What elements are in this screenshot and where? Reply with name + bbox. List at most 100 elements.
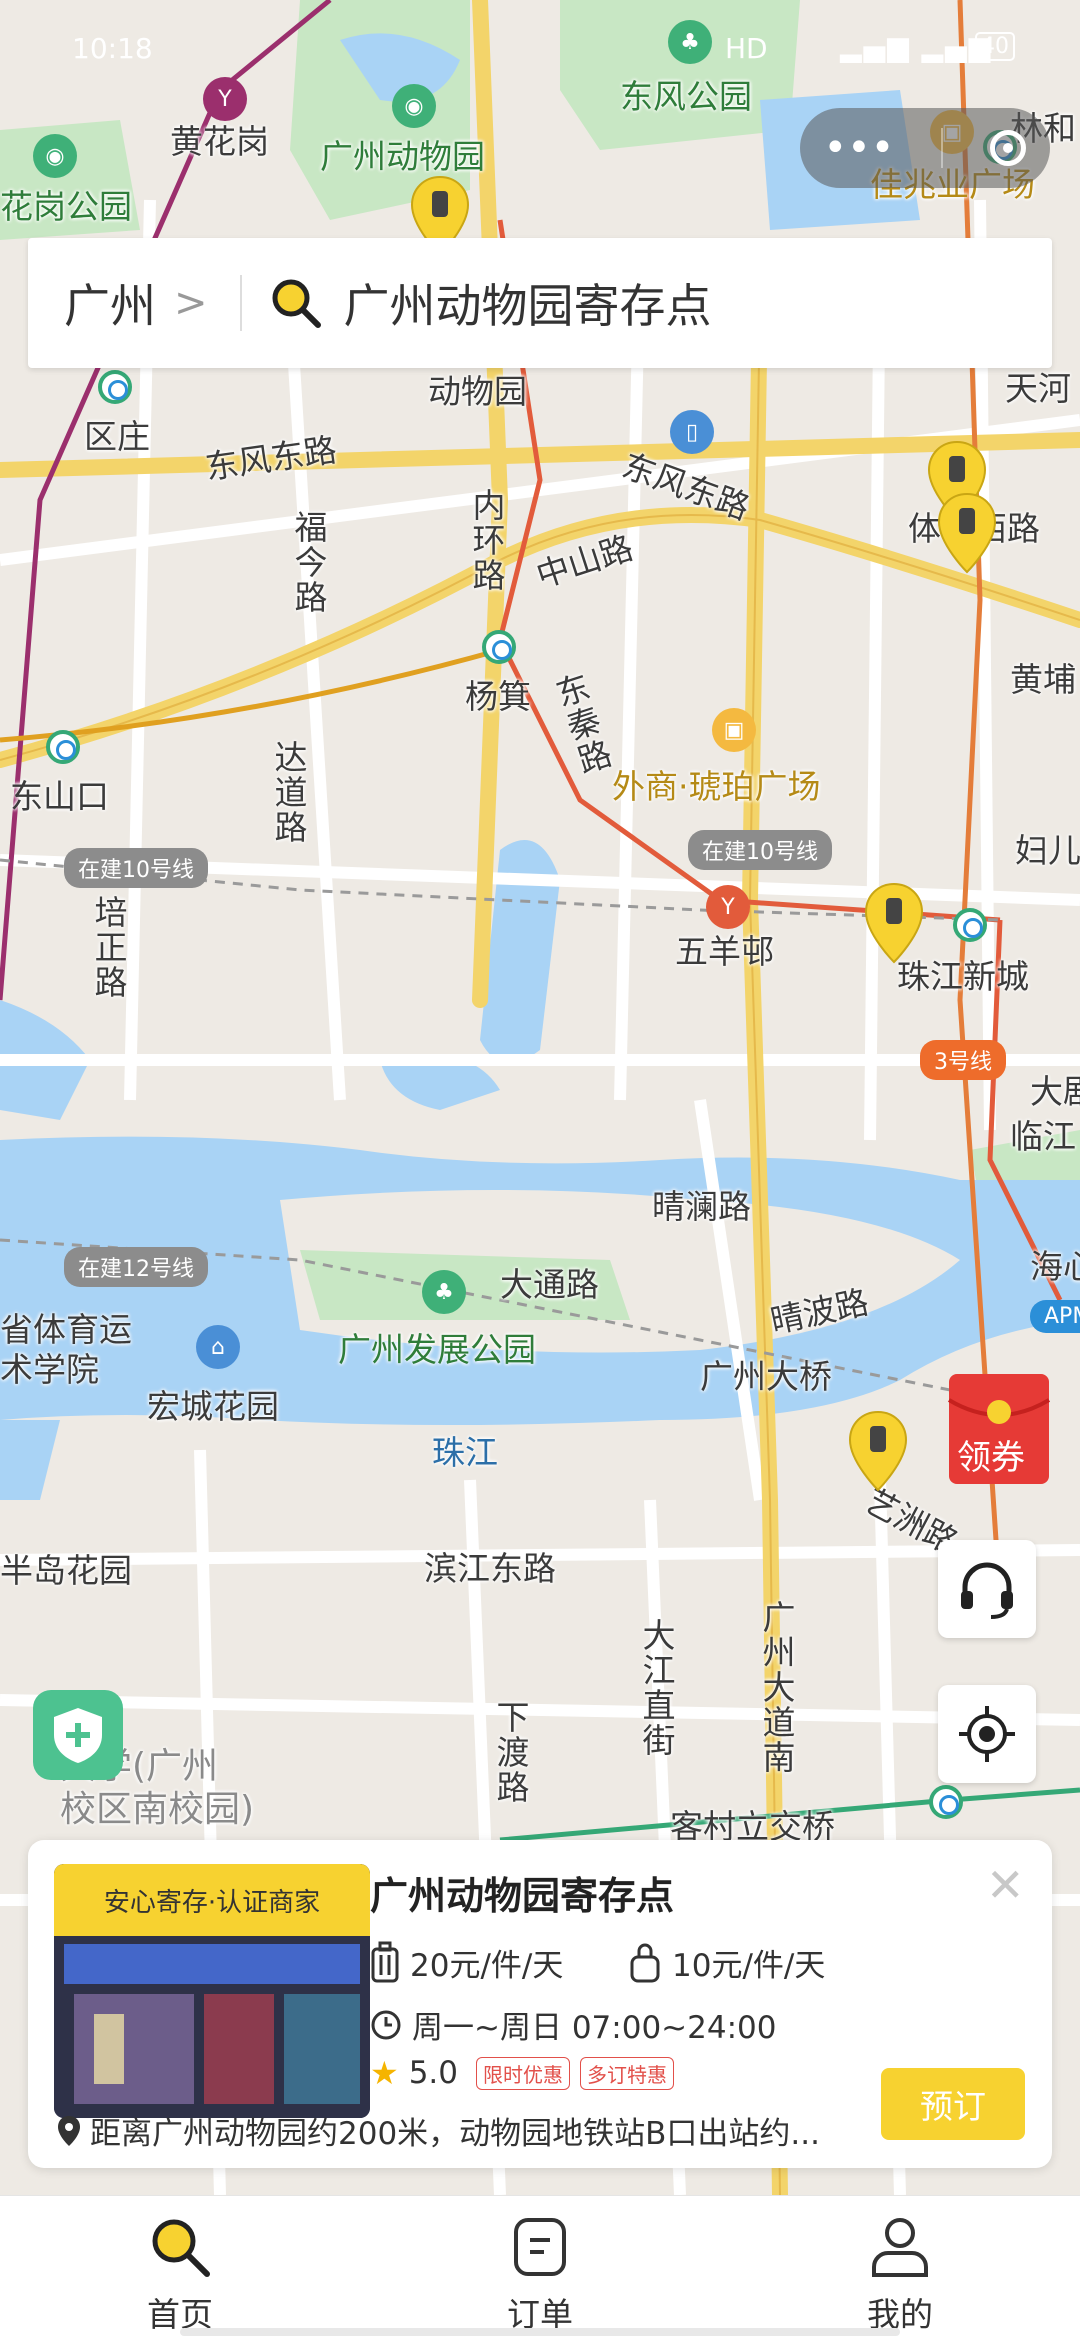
map-label-funu: 妇儿: [1015, 831, 1080, 870]
metro-station-quzhuang-icon[interactable]: [98, 370, 132, 404]
headset-icon: [961, 1562, 1013, 1619]
map-label-zoo-station: 动物园: [428, 372, 527, 411]
coupon-button[interactable]: 领券: [945, 1370, 1055, 1490]
price-large-row: 20元/件/天: [370, 1940, 563, 1985]
close-miniapp-icon[interactable]: [990, 130, 1027, 166]
map-label-inner-ring-rd: 内环路: [467, 488, 506, 593]
store-title[interactable]: 广州动物园寄存点: [370, 1865, 674, 1920]
map-label-daju: 大剧: [1030, 1072, 1080, 1111]
map-label-xiadu-rd: 下渡路: [491, 1700, 530, 1805]
signal-icon: ▂▄▆ ▂▄▆: [840, 30, 993, 63]
clock-icon: [371, 2010, 401, 2039]
metro-station-yangji-icon[interactable]: [482, 630, 516, 664]
tab-home[interactable]: 首页: [80, 2196, 280, 2341]
map-label-yangji: 杨箕: [465, 677, 531, 716]
huagang-park-camera-icon: ◉: [33, 134, 77, 178]
map-label-guangzhou-zoo: 广州动物园: [320, 137, 485, 176]
metro-line-10-west-badge: 在建10号线: [64, 848, 208, 888]
more-icon[interactable]: •••: [824, 128, 895, 168]
map-label-kecun: 客村立交桥: [670, 1807, 835, 1846]
map-label-binjiang-east: 滨江东路: [424, 1549, 556, 1588]
chevron-right-icon[interactable]: >: [174, 280, 208, 326]
map-label-guangzhou-avenue-south: 广州大道南: [757, 1600, 796, 1775]
map-label-guangzhou-bridge: 广州大桥: [700, 1357, 832, 1396]
price-small-row: 10元/件/天: [628, 1940, 825, 1985]
map-label-qinglan-rd: 晴澜路: [652, 1187, 751, 1226]
search-icon: [272, 279, 321, 328]
map-label-huangpu: 黄埔: [1010, 660, 1076, 699]
close-icon[interactable]: ✕: [986, 1858, 1025, 1912]
metro-station-wuyangyi-icon[interactable]: Y: [706, 885, 750, 929]
city-selector[interactable]: 广州: [64, 270, 156, 336]
tab-orders[interactable]: 订单: [440, 2196, 640, 2341]
miniapp-capsule: •••: [800, 108, 1050, 188]
map-label-linjiang: 临江: [1010, 1117, 1076, 1156]
bag-icon: [630, 1943, 660, 1982]
promo-badge-limited: 限时优惠: [476, 2056, 570, 2090]
search-divider: [239, 275, 242, 331]
book-button[interactable]: 预订: [881, 2068, 1025, 2140]
hours-row: 周一~周日 07:00~24:00: [370, 2002, 776, 2047]
map-label-huagang-park: 花岗公园: [0, 187, 132, 226]
store-card[interactable]: 安心寄存·认证商家 广州动物园寄存点 ✕ 20元/件/天 10元/件/天 周一~…: [28, 1840, 1052, 2168]
map-label-datong-rd: 大通路: [500, 1265, 599, 1304]
map-label-huanghuagang: 黄花岗: [170, 122, 269, 161]
storage-pin-tiyu-west-2-icon[interactable]: [937, 492, 997, 576]
map-label-dajiang-zhijie: 大江直街: [637, 1618, 676, 1758]
capsule-divider: [941, 128, 944, 168]
locate-me-button[interactable]: [938, 1685, 1036, 1783]
business-hours: 周一~周日 07:00~24:00: [412, 2010, 777, 2046]
dongfeng-building-icon: ▯: [670, 410, 714, 454]
price-large: 20元/件/天: [410, 1948, 564, 1984]
metro-line-12-badge: 在建12号线: [64, 1247, 208, 1287]
waishang-amber-mall-icon: ▣: [712, 708, 756, 752]
map-label-quzhuang: 区庄: [84, 417, 150, 456]
star-icon: ★: [370, 2054, 399, 2092]
storage-pin-yizhou-icon[interactable]: [848, 1410, 908, 1494]
hongcheng-garden-icon: ⌂: [196, 1325, 240, 1369]
map-label-wuyangyi: 五羊邨: [675, 932, 774, 971]
search-icon: [152, 2219, 210, 2277]
store-photo[interactable]: 安心寄存·认证商家: [54, 1864, 370, 2118]
rating-value: 5.0: [408, 2055, 458, 2091]
map-label-dongshankou: 东山口: [10, 777, 109, 816]
status-network: HD: [725, 32, 768, 65]
location-pin-icon: [58, 2115, 80, 2146]
search-query[interactable]: 广州动物园寄存点: [344, 270, 712, 336]
price-small: 10元/件/天: [672, 1948, 826, 1984]
rating-row: ★ 5.0 限时优惠 多订特惠: [370, 2054, 674, 2092]
tab-profile[interactable]: 我的: [800, 2196, 1000, 2341]
status-time: 10:18: [72, 32, 153, 65]
map-label-development-park: 广州发展公园: [338, 1330, 536, 1369]
metro-station-dongshankou-icon[interactable]: [46, 730, 80, 764]
map-label-bandao-garden: 半岛花园: [0, 1551, 132, 1590]
profile-icon: [872, 2218, 928, 2277]
locate-icon: [959, 1706, 1015, 1762]
customer-service-button[interactable]: [938, 1540, 1036, 1638]
apm-badge: APM: [1030, 1300, 1080, 1333]
order-icon: [514, 2218, 566, 2276]
map-label-tianhe: 天河: [1005, 369, 1071, 408]
map-label-hongcheng-garden: 宏城花园: [147, 1387, 279, 1426]
map-label-funling-rd: 福今路: [289, 510, 328, 615]
address-row: 距离广州动物园约200米，动物园地铁站B口出站约...: [56, 2108, 886, 2153]
promo-badge-multi: 多订特惠: [580, 2056, 674, 2090]
map-label-sports-art: 省体育运 术学院: [0, 1310, 132, 1389]
metro-line-10-east-badge: 在建10号线: [688, 830, 832, 870]
storage-pin-zhujiang-xincheng-icon[interactable]: [864, 882, 924, 966]
store-address: 距离广州动物园约200米，动物园地铁站B口出站约...: [90, 2116, 820, 2152]
status-bar: 10:18 HD ▂▄▆ ▂▄▆ 40: [0, 0, 1080, 100]
search-bar[interactable]: 广州 > 广州动物园寄存点: [28, 238, 1052, 368]
map-label-haixin: 海心: [1030, 1247, 1080, 1286]
certified-merchant-tag: 安心寄存·认证商家: [54, 1864, 370, 1936]
map-label-peizheng-rd: 培正路: [89, 895, 128, 1000]
metro-station-kecun-icon[interactable]: [929, 1785, 963, 1819]
bottom-tab-bar: 首页 订单 我的: [0, 2195, 1080, 2341]
shield-plus-icon: [54, 1708, 102, 1763]
home-indicator[interactable]: [180, 2328, 900, 2336]
security-guarantee-button[interactable]: [33, 1690, 123, 1780]
battery-icon: 40: [975, 32, 1015, 61]
suitcase-icon: [371, 1941, 399, 1982]
metro-station-zhujiang-xincheng-icon[interactable]: [953, 908, 987, 942]
map-label-waishang-amber: 外商·琥珀广场: [612, 767, 821, 806]
